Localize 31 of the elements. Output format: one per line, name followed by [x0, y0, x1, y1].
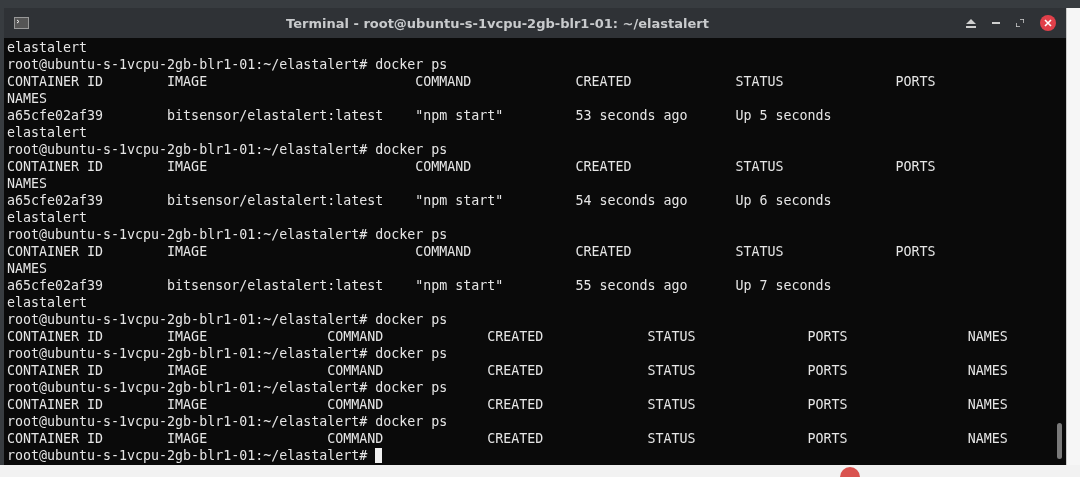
terminal-line: elastalert	[7, 294, 88, 311]
eject-icon[interactable]	[966, 18, 976, 28]
window-title: Terminal - root@ubuntu-s-1vcpu-2gb-blr1-01: ~/elastalert	[285, 15, 710, 31]
terminal-line: a65cfe02af39 bitsensor/elastalert:latest "npm start" 55 seconds ago Up 7 seconds	[7, 277, 832, 294]
terminal-line: CONTAINER ID IMAGE COMMAND CREATED STATUS PORTS	[7, 243, 936, 260]
terminal-line: root@ubuntu-s-1vcpu-2gb-blr1-01:~/elastalert# docker ps	[7, 311, 448, 328]
terminal-line: NAMES	[7, 90, 48, 107]
terminal-line: elastalert	[7, 124, 88, 141]
close-icon[interactable]	[1040, 15, 1056, 31]
restore-icon[interactable]	[1016, 19, 1024, 27]
terminal-line: root@ubuntu-s-1vcpu-2gb-blr1-01:~/elastalert# docker ps	[7, 413, 448, 430]
terminal-line: a65cfe02af39 bitsensor/elastalert:latest "npm start" 53 seconds ago Up 5 seconds	[7, 107, 832, 124]
terminal-line: root@ubuntu-s-1vcpu-2gb-blr1-01:~/elastalert# docker ps	[7, 226, 448, 243]
terminal-line: root@ubuntu-s-1vcpu-2gb-blr1-01:~/elastalert# docker ps	[7, 379, 448, 396]
terminal-line: CONTAINER ID IMAGE COMMAND CREATED STATUS PORTS	[7, 73, 936, 90]
terminal-line: elastalert	[7, 39, 88, 56]
terminal-line: CONTAINER ID IMAGE COMMAND CREATED STATUS PORTS NAMES	[7, 396, 1008, 413]
terminal-icon	[14, 17, 29, 29]
terminal-line: root@ubuntu-s-1vcpu-2gb-blr1-01:~/elastalert# docker ps	[7, 141, 448, 158]
terminal-line: CONTAINER ID IMAGE COMMAND CREATED STATUS PORTS	[7, 158, 936, 175]
terminal-line: root@ubuntu-s-1vcpu-2gb-blr1-01:~/elastalert# docker ps	[7, 56, 448, 73]
terminal-line: CONTAINER ID IMAGE COMMAND CREATED STATUS PORTS NAMES	[7, 430, 1008, 447]
terminal-line: root@ubuntu-s-1vcpu-2gb-blr1-01:~/elastalert# docker ps	[7, 345, 448, 362]
scrollbar-thumb[interactable]	[1057, 423, 1062, 459]
terminal-line: NAMES	[7, 175, 48, 192]
terminal-line: root@ubuntu-s-1vcpu-2gb-blr1-01:~/elastalert#	[7, 447, 369, 464]
terminal-line: NAMES	[7, 260, 48, 277]
terminal-line: a65cfe02af39 bitsensor/elastalert:latest "npm start" 54 seconds ago Up 6 seconds	[7, 192, 832, 209]
terminal-line: CONTAINER ID IMAGE COMMAND CREATED STATUS PORTS NAMES	[7, 328, 1008, 345]
terminal-line: CONTAINER ID IMAGE COMMAND CREATED STATUS PORTS NAMES	[7, 362, 1008, 379]
terminal-line: elastalert	[7, 209, 88, 226]
